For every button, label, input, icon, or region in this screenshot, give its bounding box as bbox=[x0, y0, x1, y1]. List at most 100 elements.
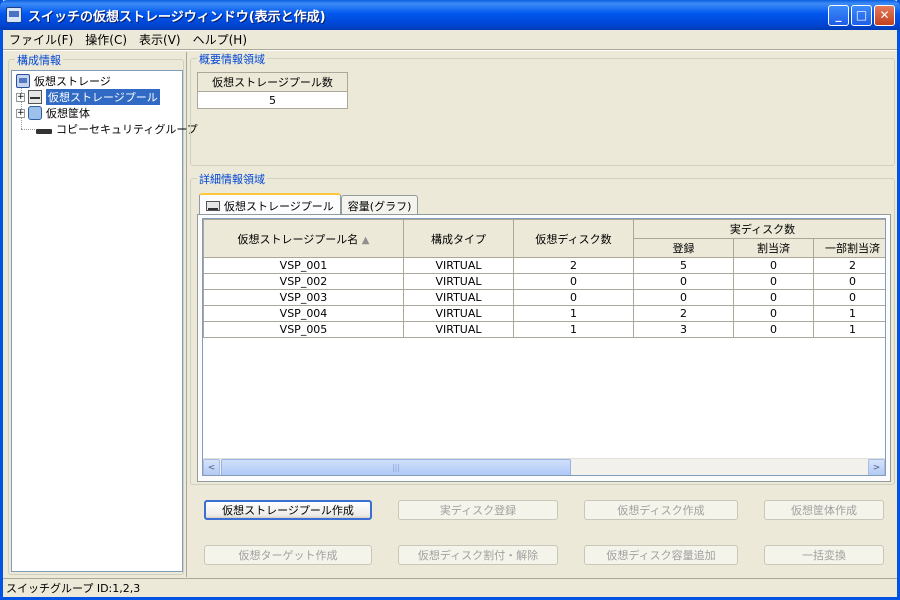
cell-type: VIRTUAL bbox=[403, 321, 514, 338]
col-header-name[interactable]: 仮想ストレージプール名 ▲ bbox=[203, 219, 404, 258]
group-icon bbox=[36, 128, 52, 134]
config-tree[interactable]: 仮想ストレージ + 仮想ストレージプール + 仮想筐体 コピーセキュリティグルー… bbox=[11, 70, 198, 572]
pool-table-container[interactable]: 仮想ストレージプール名 ▲ 構成タイプ 仮想ディスク数 実ディスク数 登録 割当… bbox=[202, 218, 886, 476]
cell-partial: 1 bbox=[812, 321, 885, 338]
menu-file[interactable]: ファイル(F) bbox=[3, 31, 79, 48]
col-header-vdisk[interactable]: 仮想ディスク数 bbox=[513, 219, 634, 258]
tree-item-label: コピーセキュリティグループ bbox=[56, 123, 198, 136]
assign-vdisk-button[interactable]: 仮想ディスク割付・解除 bbox=[398, 545, 558, 565]
cell-allocated: 0 bbox=[733, 257, 814, 274]
menu-bar: ファイル(F) 操作(C) 表示(V) ヘルプ(H) bbox=[3, 30, 897, 49]
table-row[interactable]: VSP_001 VIRTUAL 2 5 0 2 bbox=[203, 257, 885, 274]
detail-tabs: 仮想ストレージプール 容量(グラフ) bbox=[199, 193, 419, 216]
summary-table: 仮想ストレージプール数 5 bbox=[197, 72, 348, 109]
app-icon bbox=[6, 7, 22, 23]
cell-name: VSP_003 bbox=[203, 289, 404, 306]
tab-storage-pool[interactable]: 仮想ストレージプール bbox=[199, 193, 341, 216]
create-chassis-button[interactable]: 仮想筐体作成 bbox=[764, 500, 884, 520]
cell-registered: 0 bbox=[633, 289, 734, 306]
app-window: スイッチの仮想ストレージウィンドウ(表示と作成) _ □ ✕ ファイル(F) 操… bbox=[0, 0, 900, 600]
summary-value: 5 bbox=[197, 91, 348, 109]
table-row[interactable]: VSP_002 VIRTUAL 0 0 0 0 bbox=[203, 273, 885, 290]
sort-ascending-icon: ▲ bbox=[361, 234, 370, 246]
close-button[interactable]: ✕ bbox=[874, 4, 895, 26]
summary-header: 仮想ストレージプール数 bbox=[197, 72, 348, 92]
minimize-button[interactable]: _ bbox=[828, 4, 849, 26]
table-row[interactable]: VSP_003 VIRTUAL 0 0 0 0 bbox=[203, 289, 885, 306]
cell-type: VIRTUAL bbox=[403, 289, 514, 306]
scroll-right-button[interactable]: > bbox=[868, 459, 885, 475]
cell-registered: 2 bbox=[633, 305, 734, 322]
horizontal-scrollbar[interactable]: < ||| > bbox=[203, 458, 885, 475]
cell-registered: 0 bbox=[633, 273, 734, 290]
tree-root[interactable]: 仮想ストレージ bbox=[16, 73, 111, 89]
cell-type: VIRTUAL bbox=[403, 305, 514, 322]
create-target-button[interactable]: 仮想ターゲット作成 bbox=[204, 545, 372, 565]
pool-table-body: VSP_001 VIRTUAL 2 5 0 2 VSP_002 VIRTUAL 0 0 0 0 VSP_… bbox=[203, 257, 885, 338]
cell-allocated: 0 bbox=[733, 305, 814, 322]
cell-vdisk: 2 bbox=[513, 257, 634, 274]
pool-table: 仮想ストレージプール名 ▲ 構成タイプ 仮想ディスク数 実ディスク数 登録 割当… bbox=[203, 219, 885, 338]
menu-view[interactable]: 表示(V) bbox=[133, 31, 187, 48]
create-pool-button[interactable]: 仮想ストレージプール作成 bbox=[204, 500, 372, 520]
status-text: スイッチグループ ID:1,2,3 bbox=[6, 582, 141, 595]
create-vdisk-button[interactable]: 仮想ディスク作成 bbox=[584, 500, 738, 520]
cell-allocated: 0 bbox=[733, 273, 814, 290]
table-row[interactable]: VSP_005 VIRTUAL 1 3 0 1 bbox=[203, 321, 885, 338]
tree-item-chassis[interactable]: + 仮想筐体 bbox=[16, 105, 90, 121]
cell-partial: 0 bbox=[812, 273, 885, 290]
detail-group-label: 詳細情報領域 bbox=[197, 171, 267, 187]
col-header-registered[interactable]: 登録 bbox=[633, 238, 734, 258]
cell-partial: 1 bbox=[812, 305, 885, 322]
cell-vdisk: 1 bbox=[513, 321, 634, 338]
register-disk-button[interactable]: 実ディスク登録 bbox=[398, 500, 558, 520]
tree-item-label: 仮想ストレージプール bbox=[46, 89, 160, 105]
scroll-thumb[interactable]: ||| bbox=[221, 459, 571, 475]
bulk-convert-button[interactable]: 一括変換 bbox=[764, 545, 884, 565]
config-group-label: 構成情報 bbox=[15, 52, 63, 68]
tab-panel: 仮想ストレージプール名 ▲ 構成タイプ 仮想ディスク数 実ディスク数 登録 割当… bbox=[197, 214, 891, 482]
table-row[interactable]: VSP_004 VIRTUAL 1 2 0 1 bbox=[203, 305, 885, 322]
tab-label: 容量(グラフ) bbox=[347, 200, 412, 213]
cell-vdisk: 0 bbox=[513, 289, 634, 306]
maximize-button[interactable]: □ bbox=[851, 4, 872, 26]
chassis-icon bbox=[28, 106, 42, 120]
cell-registered: 5 bbox=[633, 257, 734, 274]
tree-item-copy-security-group[interactable]: コピーセキュリティグループ bbox=[36, 121, 198, 137]
col-header-allocated[interactable]: 割当済 bbox=[733, 238, 814, 258]
menu-operation[interactable]: 操作(C) bbox=[79, 31, 133, 48]
virtual-storage-icon bbox=[16, 74, 30, 88]
expand-icon[interactable]: + bbox=[16, 92, 25, 102]
col-header-partial[interactable]: 一部割当済 bbox=[812, 238, 885, 258]
col-header-type[interactable]: 構成タイプ bbox=[403, 219, 514, 258]
cell-allocated: 0 bbox=[733, 321, 814, 338]
menu-help[interactable]: ヘルプ(H) bbox=[187, 31, 253, 48]
storage-pool-icon bbox=[206, 200, 220, 211]
tree-item-label: 仮想筐体 bbox=[46, 107, 90, 120]
tree-root-label: 仮想ストレージ bbox=[34, 75, 111, 88]
col-header-label: 仮想ストレージプール名 bbox=[237, 232, 359, 246]
expand-vdisk-button[interactable]: 仮想ディスク容量追加 bbox=[584, 545, 738, 565]
cell-partial: 0 bbox=[812, 289, 885, 306]
tab-label: 仮想ストレージプール bbox=[224, 199, 334, 213]
scroll-left-button[interactable]: < bbox=[203, 459, 220, 475]
cell-type: VIRTUAL bbox=[403, 273, 514, 290]
storage-pool-icon bbox=[28, 90, 42, 104]
summary-group-label: 概要情報領域 bbox=[197, 51, 267, 67]
cell-name: VSP_002 bbox=[203, 273, 404, 290]
status-bar: スイッチグループ ID:1,2,3 bbox=[3, 578, 897, 597]
cell-name: VSP_001 bbox=[203, 257, 404, 274]
title-bar[interactable]: スイッチの仮想ストレージウィンドウ(表示と作成) _ □ ✕ bbox=[0, 0, 900, 30]
col-header-real-disk[interactable]: 実ディスク数 bbox=[632, 219, 885, 239]
cell-name: VSP_004 bbox=[203, 305, 404, 322]
cell-vdisk: 1 bbox=[513, 305, 634, 322]
tree-item-pool[interactable]: + 仮想ストレージプール bbox=[16, 89, 160, 105]
cell-type: VIRTUAL bbox=[403, 257, 514, 274]
tab-capacity-graph[interactable]: 容量(グラフ) bbox=[340, 195, 419, 216]
window-title: スイッチの仮想ストレージウィンドウ(表示と作成) bbox=[28, 9, 326, 25]
expand-icon[interactable]: + bbox=[16, 108, 25, 118]
cell-partial: 2 bbox=[812, 257, 885, 274]
menu-separator bbox=[3, 49, 897, 51]
cell-registered: 3 bbox=[633, 321, 734, 338]
cell-vdisk: 0 bbox=[513, 273, 634, 290]
